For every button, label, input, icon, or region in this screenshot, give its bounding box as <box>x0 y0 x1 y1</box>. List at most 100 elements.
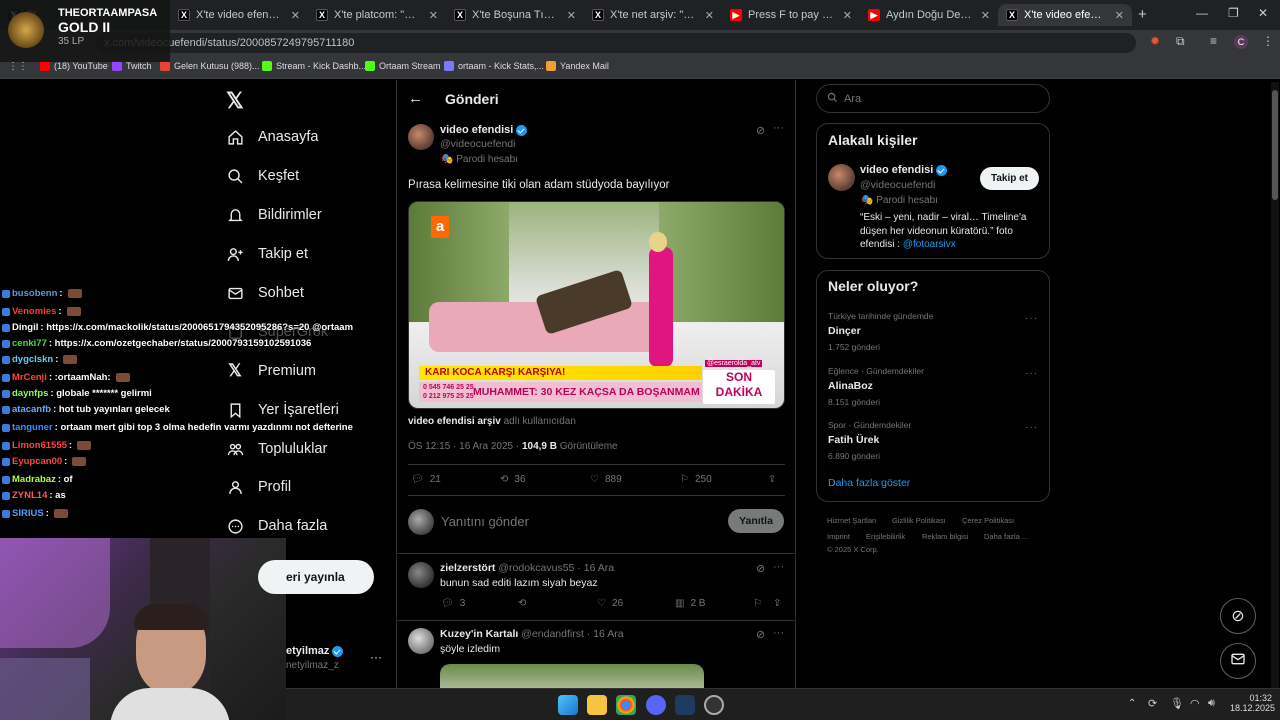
tab-8-active[interactable]: X X'te video efendisi: "P ✕ <box>998 4 1132 26</box>
footer-link[interactable]: Imprint <box>827 532 850 541</box>
trend-item[interactable]: Spor · Gündemdekiler Fatih Ürek 6.890 gönd… <box>828 420 1038 461</box>
reply-share-action[interactable]: ⇪ <box>773 598 781 609</box>
reply-avatar[interactable] <box>408 562 434 588</box>
bookmark-kick-dashboard[interactable]: Stream - Kick Dashb... <box>262 61 366 71</box>
related-avatar[interactable] <box>828 164 855 191</box>
share-action[interactable]: ⇪ <box>768 474 776 485</box>
post-button[interactable]: eri yayınla <box>258 560 374 594</box>
discord-icon[interactable] <box>646 695 666 715</box>
close-icon[interactable]: ✕ <box>705 9 714 22</box>
sidebar-item-home[interactable]: Anasayfa <box>226 128 318 146</box>
reply-repost-action[interactable]: ⟲ <box>518 598 526 609</box>
sidebar-item-profile[interactable]: Profil <box>226 478 291 496</box>
bookmark-action[interactable]: ⚐ 250 <box>680 474 712 485</box>
grok-icon[interactable]: ⊘ <box>756 628 765 641</box>
scrollbar-thumb[interactable] <box>1272 90 1278 200</box>
bookmark-kick-stats[interactable]: ortaam - Kick Stats,... <box>444 61 544 71</box>
post-video[interactable]: a KARI KOCA KARŞI KARŞIYA! MUHAMMET: 30 … <box>408 201 785 409</box>
trend-more-icon[interactable]: ··· <box>1025 313 1038 324</box>
tab-2[interactable]: X X'te video efendisi: "Çeyiz ✕ <box>170 4 308 26</box>
extensions-puzzle-icon[interactable]: ⧉ <box>1176 34 1185 49</box>
footer-link[interactable]: Daha fazla ... <box>984 532 1028 541</box>
back-arrow-icon[interactable]: ← <box>408 90 423 107</box>
footer-link[interactable]: Hizmet Şartları <box>827 516 877 525</box>
minimize-button[interactable]: — <box>1196 6 1208 20</box>
reply-input[interactable]: Yanıtını gönder <box>441 514 529 529</box>
repost-action[interactable]: ⟲ 36 <box>500 474 526 485</box>
tray-chevron-icon[interactable]: ⌃ <box>1128 698 1136 709</box>
messages-fab[interactable] <box>1220 643 1256 679</box>
reply-action[interactable]: 💬︎ 21 <box>411 474 441 485</box>
media-control-icon[interactable]: ≡ <box>1210 34 1217 48</box>
trend-item[interactable]: Eğlence · Gündemdekiler AlinaBoz 8.151 gön… <box>828 366 1038 407</box>
volume-icon[interactable]: 🔊︎ <box>1208 697 1215 710</box>
start-icon[interactable] <box>558 695 578 715</box>
apps-grid-icon[interactable]: ⋮⋮ <box>8 61 28 72</box>
follow-button[interactable]: Takip et <box>980 167 1039 190</box>
like-action[interactable]: ♡ 889 <box>590 474 622 485</box>
close-icon[interactable]: ✕ <box>291 9 300 22</box>
x-logo-icon[interactable]: 𝕏 <box>226 88 244 114</box>
chrome-icon[interactable] <box>616 695 636 715</box>
grok-fab[interactable]: ⊘ <box>1220 598 1256 634</box>
bookmark-youtube[interactable]: (18) YouTube <box>40 61 108 71</box>
show-more-link[interactable]: Daha fazla göster <box>828 477 910 489</box>
bookmark-ortaam-stream[interactable]: Ortaam Stream <box>365 61 441 71</box>
maximize-button[interactable]: ❐ <box>1228 6 1239 20</box>
profile-avatar[interactable]: C <box>1234 35 1248 49</box>
footer-link[interactable]: Gizlilik Politikası <box>892 516 946 525</box>
tab-6[interactable]: ▶ Press F to pay respect On ✕ <box>722 4 860 26</box>
search-box[interactable]: Ara <box>816 84 1050 113</box>
sidebar-item-communities[interactable]: Topluluklar <box>226 440 327 458</box>
bookmark-yandex-mail[interactable]: Yandex Mail <box>546 61 609 71</box>
sidebar-item-messages[interactable]: Sohbet <box>226 284 304 302</box>
sidebar-item-more[interactable]: Daha fazla <box>226 517 327 535</box>
url-field[interactable]: x.com/videocuefendi/status/2000857249795… <box>96 33 1136 53</box>
clock[interactable]: 01:32 18.12.2025 <box>1230 693 1275 713</box>
close-icon[interactable]: ✕ <box>1115 9 1124 22</box>
app-icon[interactable] <box>675 695 695 715</box>
related-name-row[interactable]: video efendisi <box>860 164 948 176</box>
network-icon[interactable]: ⟳ <box>1148 697 1157 710</box>
sidebar-item-follow[interactable]: Takip et <box>226 245 308 263</box>
microphone-icon[interactable]: 🎙︎ <box>1170 697 1184 710</box>
account-switcher[interactable]: etyilmaz <box>286 645 344 657</box>
reply-author[interactable]: Kuzey'in Kartalı <box>440 628 518 640</box>
sidebar-item-notifications[interactable]: Bildirimler <box>226 206 322 224</box>
close-icon[interactable]: ✕ <box>843 9 852 22</box>
reply-views-action[interactable]: ▥ 2 B <box>675 598 705 609</box>
attribution-name[interactable]: video efendisi arşiv <box>408 416 501 427</box>
trend-item[interactable]: Türkiye tarihinde gündemde Dinçer 1.752 gö… <box>828 311 1038 352</box>
reply-reply-action[interactable]: 💬︎ 3 <box>441 598 465 609</box>
author-avatar[interactable] <box>408 124 434 150</box>
post-more-icon[interactable]: ··· <box>773 122 784 134</box>
wifi-icon[interactable]: ◠ <box>1190 697 1200 710</box>
obs-icon[interactable] <box>704 695 724 715</box>
reply-submit-button[interactable]: Yanıtla <box>728 509 784 533</box>
file-explorer-icon[interactable] <box>587 695 607 715</box>
extension-icon[interactable]: ✹ <box>1150 34 1160 48</box>
tab-4[interactable]: X X'te Boşuna Tıklama: "HA ✕ <box>446 4 584 26</box>
footer-link[interactable]: Çerez Politikası <box>962 516 1014 525</box>
tab-5[interactable]: X X'te net arşiv: "Jasmine - ✕ <box>584 4 722 26</box>
new-tab-button[interactable]: + <box>1138 6 1147 23</box>
reply-like-action[interactable]: ♡ 26 <box>597 598 623 609</box>
tab-7[interactable]: ▶ Aydın Doğu Demirkol - A ✕ <box>860 4 998 26</box>
reply-bookmark-action[interactable]: ⚐ <box>753 598 762 609</box>
trend-more-icon[interactable]: ··· <box>1025 422 1038 433</box>
bio-link[interactable]: @fotoarsivx <box>903 239 956 250</box>
bookmark-twitch[interactable]: Twitch <box>112 61 152 71</box>
menu-kebab-icon[interactable]: ⋮ <box>1262 34 1274 48</box>
footer-link[interactable]: Reklam bilgisi <box>922 532 968 541</box>
close-window-button[interactable]: ✕ <box>1258 6 1268 20</box>
scrollbar[interactable] <box>1271 82 1279 688</box>
close-icon[interactable]: ✕ <box>981 9 990 22</box>
sidebar-item-supergrok[interactable]: SuperGrok <box>226 323 328 341</box>
sidebar-item-premium[interactable]: 𝕏 Premium <box>226 361 316 380</box>
reply-more-icon[interactable]: ··· <box>773 561 784 573</box>
reply-media[interactable] <box>440 664 704 688</box>
sidebar-item-explore[interactable]: Keşfet <box>226 167 299 185</box>
reply-more-icon[interactable]: ··· <box>773 627 784 639</box>
close-icon[interactable]: ✕ <box>429 9 438 22</box>
account-more-icon[interactable]: ··· <box>370 650 382 664</box>
